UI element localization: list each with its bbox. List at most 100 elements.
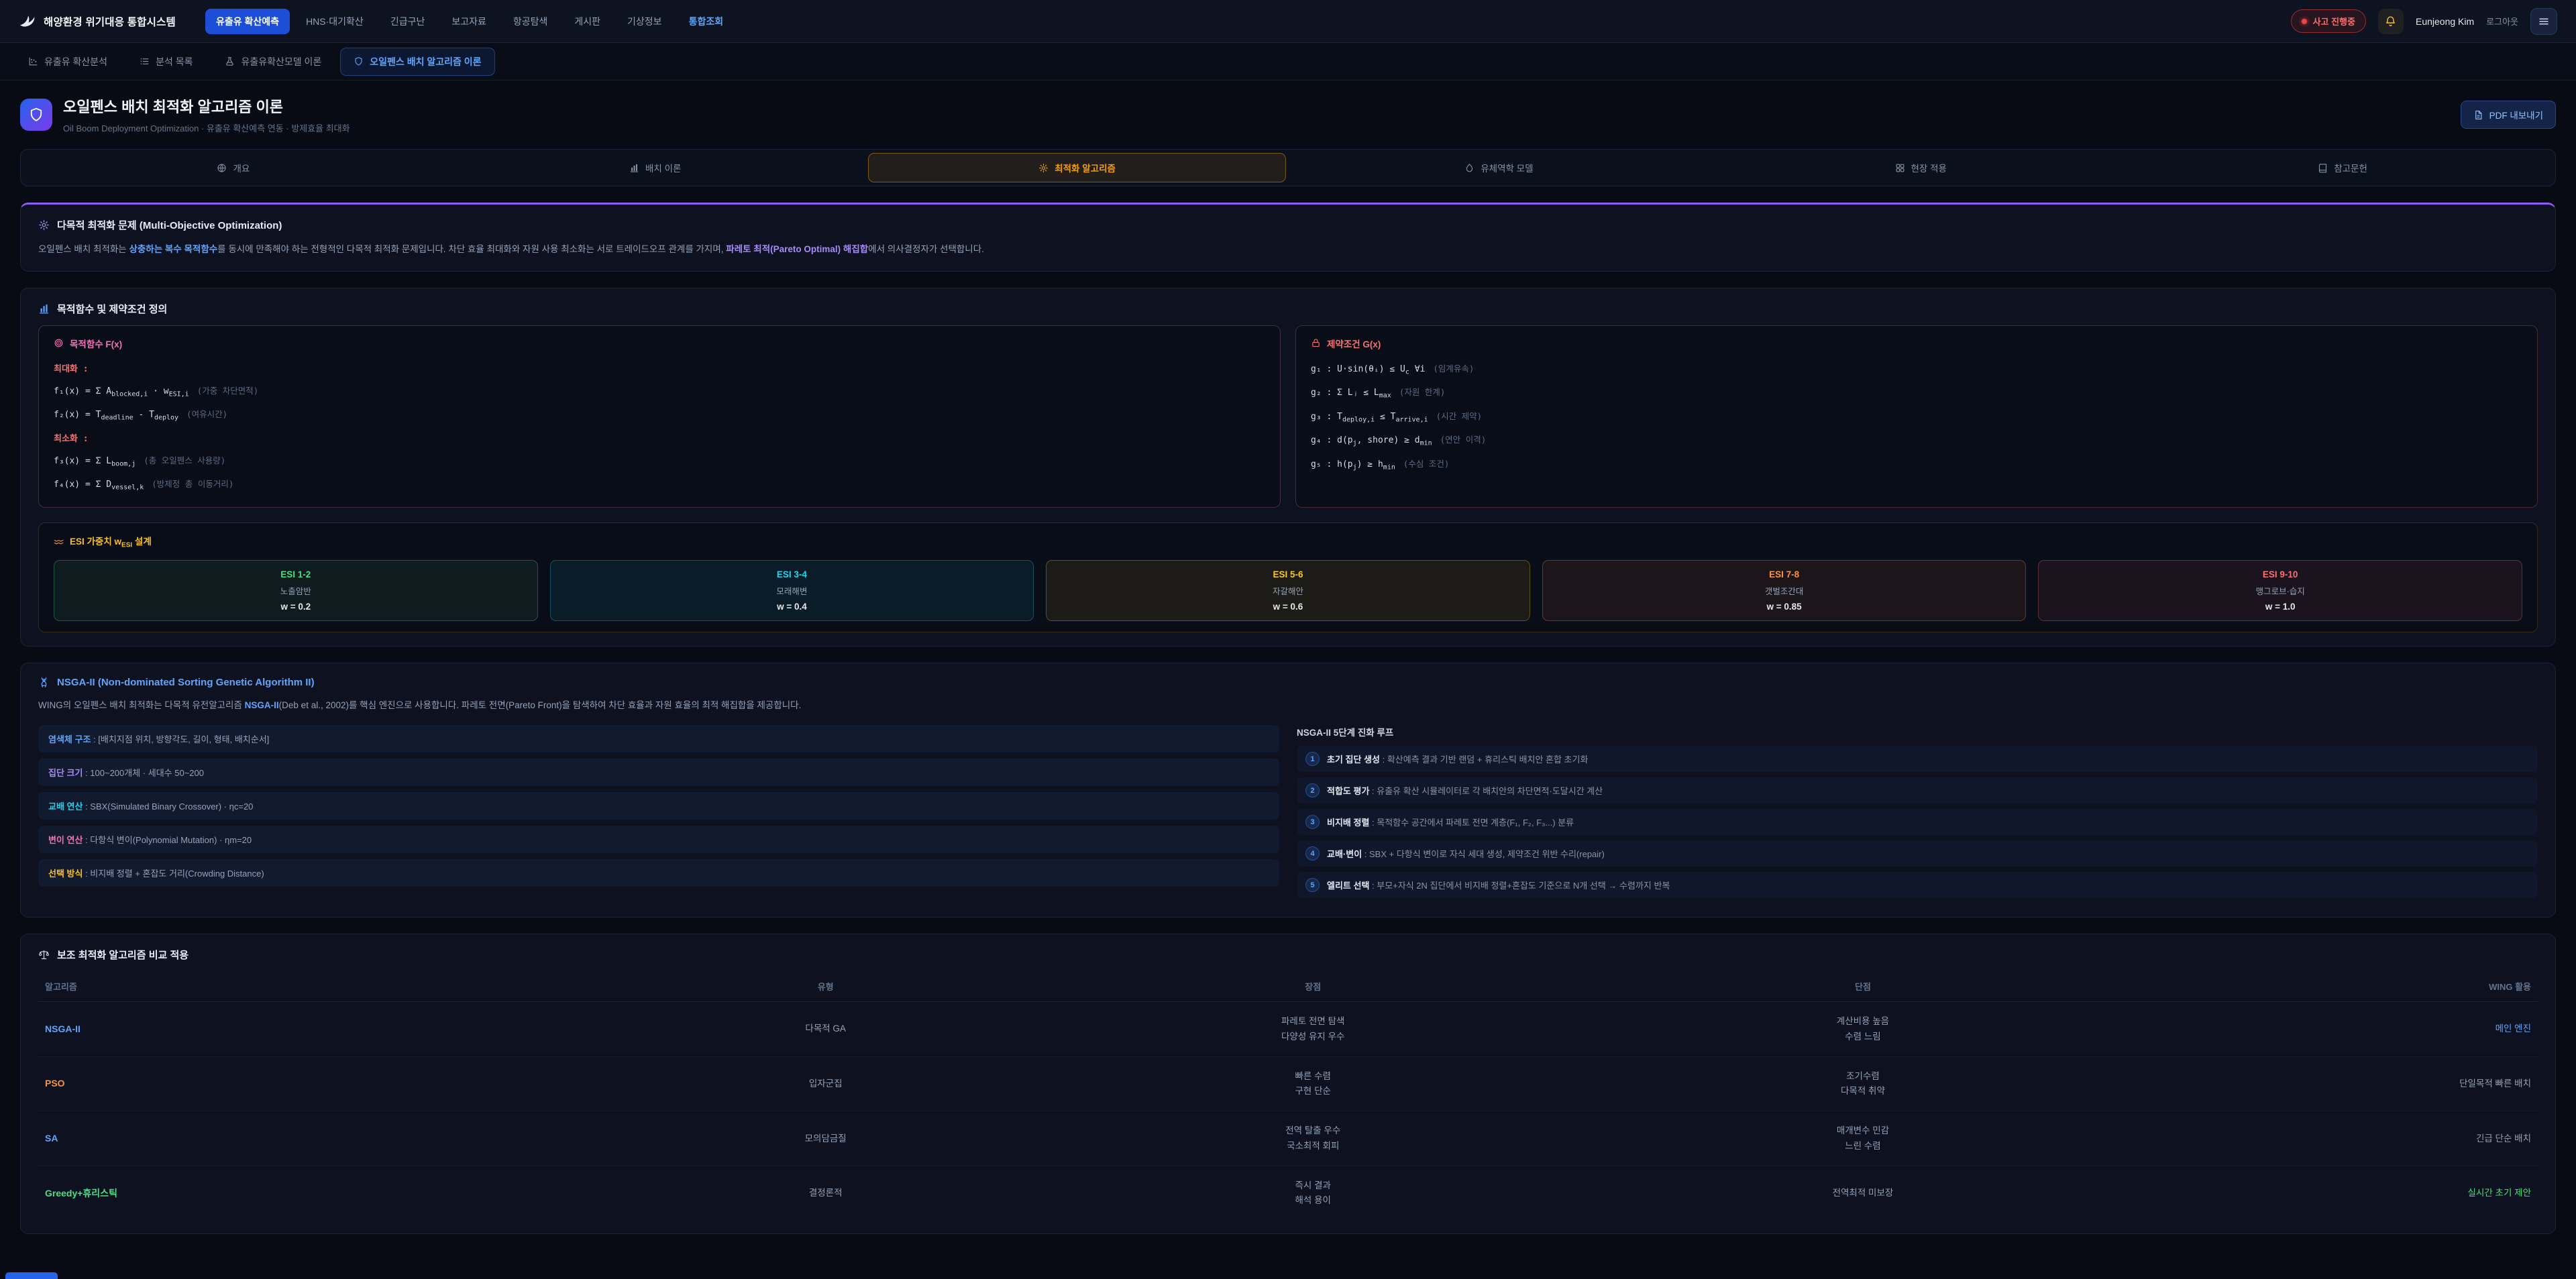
nsga-param-row: 선택 방식 : 비지배 정렬 + 혼잡도 거리(Crowding Distanc… [38,859,1279,887]
algorithm-type: 다목적 GA [613,1002,1038,1057]
formula-line: f₂(x) = Tdeadline - Tdeploy(여유시간) [54,402,1265,427]
column-header: 알고리즘 [38,971,613,1002]
esi-weight-card: ESI 5-6자갈해안w = 0.6 [1046,560,1530,621]
moo-title: 다목적 최적화 문제 (Multi-Objective Optimization… [57,218,282,232]
logout-link[interactable]: 로그아웃 [2486,15,2518,27]
nav-item-6[interactable]: 게시판 [564,9,611,34]
nsga-title: NSGA-II (Non-dominated Sorting Genetic A… [57,677,315,688]
column-header: 유형 [613,971,1038,1002]
algorithm-row: PSO입자군집빠른 수렴구현 단순조기수렴다목적 취약단일목적 빠른 배치 [38,1056,2538,1111]
nsga-card: NSGA-II (Non-dominated Sorting Genetic A… [20,663,2556,918]
algorithm-name: Greedy+휴리스틱 [45,1188,117,1199]
esi-range: ESI 5-6 [1052,569,1524,579]
algorithm-type: 모의담금질 [613,1111,1038,1166]
step-text: 적합도 평가 : 유출유 확산 시뮬레이터로 각 배치안의 차단면적·도달시간 … [1327,784,1603,797]
formula-line: g₅ : h(pj) ≥ hmin(수심 조건) [1311,452,2522,476]
lock-icon [1311,338,1321,348]
section-tab-5[interactable]: 현장 적용 [1711,153,2130,182]
algorithm-pros: 파레토 전면 탐색다양성 유지 우수 [1038,1002,1588,1057]
section-tab-1[interactable]: 개요 [24,153,443,182]
section-tab-2[interactable]: 배치 이론 [446,153,865,182]
algorithm-type: 결정론적 [613,1166,1038,1220]
moo-paragraph: 오일펜스 배치 최적화는 상충하는 복수 목적함수를 동시에 만족해야 하는 전… [38,241,2538,258]
algorithm-name: NSGA-II [45,1023,80,1034]
esi-shore-type: 갯벌조간대 [1548,584,2021,597]
nav-item-1[interactable]: 유출유 확산예측 [205,9,290,34]
shield-icon [28,107,44,123]
nav-item-8[interactable]: 통합조회 [678,9,735,34]
formula-note: (시간 제약) [1436,411,1483,421]
user-name: Eunjeong Kim [2416,16,2474,27]
esi-panel-title: ESI 가중치 wESI 설계 [70,534,152,549]
subtab-label: 유출유 확산분석 [44,55,107,68]
section-tab-label: 유체역학 모델 [1481,161,1533,174]
section-tab-strip: 개요 배치 이론 최적화 알고리즘 유체역학 모델 현장 적용참고문헌 [20,149,2556,186]
wing-logo-icon [19,13,36,30]
brand[interactable]: 해양환경 위기대응 통합시스템 [19,13,176,30]
formula-line: f₄(x) = Σ Dvessel,k(방제정 총 이동거리) [54,472,1265,496]
step-number-badge: 2 [1305,783,1320,797]
bottom-scroll-indicator[interactable] [5,1272,58,1279]
nav-item-3[interactable]: 긴급구난 [380,9,436,34]
esi-range: ESI 7-8 [1548,569,2021,579]
nsga-step-row: 2 적합도 평가 : 유출유 확산 시뮬레이터로 각 배치안의 차단면적·도달시간… [1297,777,2538,803]
algorithm-row: NSGA-II다목적 GA파레토 전면 탐색다양성 유지 우수계산비용 높음수렴… [38,1002,2538,1057]
subtab-1[interactable]: 유출유 확산분석 [15,48,121,76]
step-text: 초기 집단 생성 : 확산예측 결과 기반 랜덤 + 휴리스틱 배치안 혼합 초… [1327,753,1588,765]
section-tab-label: 배치 이론 [645,161,681,174]
extremum-label: 최대화 : [54,357,1265,379]
section-tab-3[interactable]: 최적화 알고리즘 [868,153,1287,182]
esi-shore-type: 자갈해안 [1052,584,1524,597]
esi-shore-type: 맹그로브·습지 [2044,584,2516,597]
formula-line: g₂ : Σ Lⱼ ≤ Lmax(자원 한계) [1311,380,2522,404]
subtab-4[interactable]: 오일펜스 배치 알고리즘 이론 [340,48,494,76]
esi-shore-type: 노출암반 [60,584,532,597]
pdf-export-button[interactable]: PDF 내보내기 [2461,101,2556,129]
nsga-intro: WING의 오일펜스 배치 최적화는 다목적 유전알고리즘 NSGA-II(De… [38,698,2538,714]
section-tab-4[interactable]: 유체역학 모델 [1289,153,1708,182]
esi-weight-card: ESI 9-10 맹그로브·습지 w = 1.0 [2038,560,2522,621]
nav-item-4[interactable]: 보고자료 [441,9,497,34]
esi-weight-value: w = 1.0 [2044,602,2516,612]
subtab-label: 분석 목록 [156,55,193,68]
nsga-step-row: 5엘리트 선택 : 부모+자식 2N 집단에서 비지배 정렬+혼잡도 기준으로 … [1297,872,2538,898]
incident-status-badge[interactable]: 사고 진행중 [2291,9,2366,33]
notifications-button[interactable] [2378,9,2404,34]
algorithm-name: SA [45,1133,58,1144]
algorithm-row: Greedy+휴리스틱결정론적즉시 결과해석 용이전역최적 미보장실시간 초기 … [38,1166,2538,1220]
algorithm-pros: 전역 탈출 우수국소최적 회피 [1038,1111,1588,1166]
algorithm-cons: 매개변수 민감느린 수렴 [1588,1111,2138,1166]
esi-range: ESI 1-2 [60,569,532,579]
algorithm-name: PSO [45,1078,65,1089]
comparison-title: 보조 최적화 알고리즘 비교 적용 [57,948,189,962]
page-header-left: 오일펜스 배치 최적화 알고리즘 이론 Oil Boom Deployment … [20,95,350,134]
esi-weight-card: ESI 3-4모래해변w = 0.4 [550,560,1034,621]
subtab-2[interactable]: 분석 목록 [126,48,206,76]
shield-icon [354,56,364,66]
esi-weight-value: w = 0.2 [60,602,532,612]
algorithm-type: 입자군집 [613,1056,1038,1111]
esi-range: ESI 9-10 [2044,569,2516,579]
formula-line: g₄ : d(pj, shore) ≥ dmin(연안 이격) [1311,428,2522,452]
subtab-3[interactable]: 유출유확산모델 이론 [211,48,335,76]
section-tab-label: 최적화 알고리즘 [1055,161,1116,174]
extremum-label: 최소화 : [54,427,1265,449]
column-header: 단점 [1588,971,2138,1002]
formula-note: (연안 이격) [1440,435,1487,445]
algorithm-cons: 조기수렴다목적 취약 [1588,1056,2138,1111]
column-header: WING 활용 [2138,971,2538,1002]
formula-note: (수심 조건) [1403,459,1450,469]
page-title: 오일펜스 배치 최적화 알고리즘 이론 [63,95,350,117]
hamburger-menu-button[interactable] [2530,8,2557,35]
algorithm-comparison-table: 알고리즘유형장점단점WING 활용 NSGA-II다목적 GA파레토 전면 탐색… [38,971,2538,1220]
nav-item-5[interactable]: 항공탐색 [502,9,559,34]
step-text: 교배·변이 : SBX + 다항식 변이로 자식 세대 생성, 제약조건 위반 … [1327,847,1605,860]
definition-panels: 목적함수 F(x) 최대화 :f₁(x) = Σ Ablocked,i · wE… [38,325,2538,508]
formula-line: f₃(x) = Σ Lboom,j(총 오일펜스 사용량) [54,449,1265,473]
nav-item-7[interactable]: 기상정보 [616,9,673,34]
gear-icon [1038,163,1049,173]
chart-bar-icon [38,303,50,315]
nav-item-2[interactable]: HNS·대기확산 [295,9,374,34]
section-tab-6[interactable]: 참고문헌 [2133,153,2552,182]
esi-weight-value: w = 0.85 [1548,602,2021,612]
